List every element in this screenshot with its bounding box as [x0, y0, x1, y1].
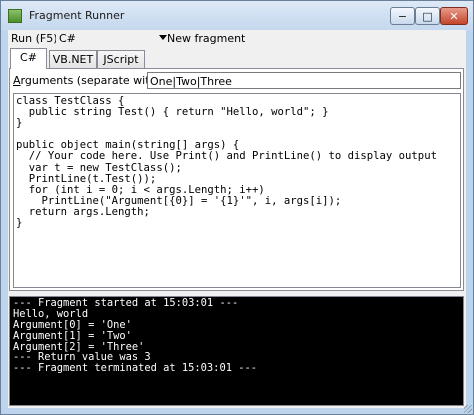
code-line: public string Test() { return "Hello, wo…	[16, 106, 329, 119]
code-editor[interactable]: class TestClass { public string Test() {…	[13, 93, 461, 288]
arguments-label-mnemonic: A	[13, 74, 21, 87]
tab-vbnet[interactable]: VB.NET	[49, 50, 97, 68]
language-dropdown[interactable]: C#	[56, 30, 169, 47]
language-tabs: C# VB.NET JScript	[8, 48, 466, 69]
toolbar: Run (F5) C# New fragment	[8, 30, 466, 48]
csharp-tab-panel: Arguments (separate with |): One|Two|Thr…	[9, 68, 464, 291]
client-area: Run (F5) C# New fragment C# VB.NET JScri…	[8, 30, 466, 408]
run-button[interactable]: Run (F5)	[11, 32, 58, 45]
code-line: var t = new TestClass();	[16, 161, 182, 174]
chevron-down-icon[interactable]	[159, 35, 167, 40]
arguments-input[interactable]: One|Two|Three	[147, 72, 461, 89]
title-bar[interactable]: Fragment Runner − □ ✕	[1, 1, 473, 31]
code-line: }	[16, 117, 23, 130]
tab-csharp[interactable]: C#	[10, 48, 47, 69]
minimize-button[interactable]: −	[390, 7, 415, 25]
tab-jscript[interactable]: JScript	[97, 50, 145, 68]
output-console[interactable]: --- Fragment started at 15:03:01 --- Hell…	[9, 296, 464, 406]
code-line: // Your code here. Use Print() and Print…	[16, 150, 437, 163]
output-line: Argument[1] = 'Two'	[13, 329, 132, 342]
language-value: C#	[59, 32, 76, 45]
maximize-button[interactable]: □	[415, 7, 440, 25]
app-window: Fragment Runner − □ ✕ Run (F5) C# New fr…	[0, 0, 474, 415]
window-title: Fragment Runner	[29, 9, 125, 22]
new-fragment-button[interactable]: New fragment	[167, 32, 245, 45]
code-line: }	[16, 217, 23, 230]
app-icon	[8, 9, 22, 23]
resize-grip[interactable]	[464, 405, 472, 413]
output-line: --- Fragment terminated at 15:03:01 ---	[13, 362, 257, 375]
code-line: return args.Length;	[16, 205, 150, 218]
close-button[interactable]: ✕	[440, 7, 468, 25]
